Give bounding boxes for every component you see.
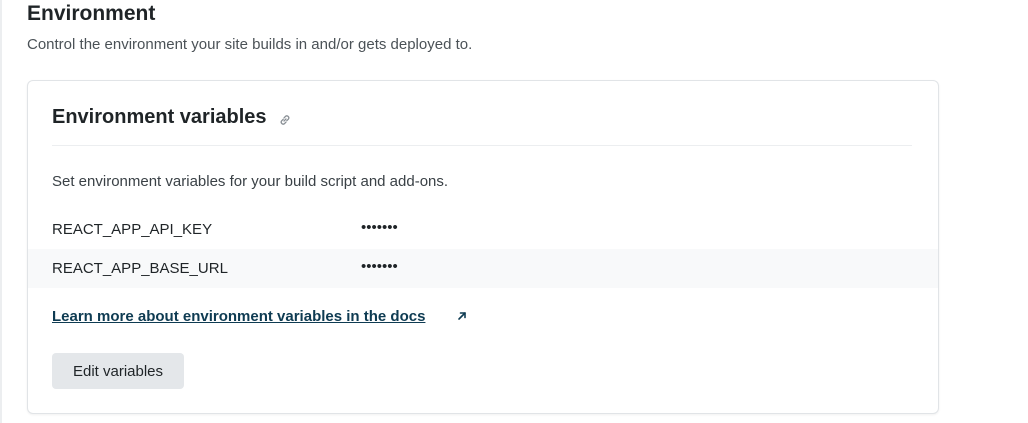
link-icon[interactable] xyxy=(278,113,292,127)
variable-key: REACT_APP_BASE_URL xyxy=(52,260,228,277)
variable-value-masked: ••••••• xyxy=(361,219,398,236)
docs-link[interactable]: Learn more about environment variables i… xyxy=(52,308,425,325)
section-description: Control the environment your site builds… xyxy=(27,36,473,53)
section-title: Environment xyxy=(27,2,156,25)
card-header: Environment variables xyxy=(52,105,912,146)
external-arrow-icon[interactable] xyxy=(456,310,468,322)
card-title: Environment variables xyxy=(52,106,267,128)
left-divider xyxy=(0,0,2,423)
variable-row: REACT_APP_BASE_URL ••••••• xyxy=(28,249,938,288)
variable-value-masked: ••••••• xyxy=(361,258,398,275)
variable-row: REACT_APP_API_KEY ••••••• xyxy=(28,210,938,249)
edit-variables-button[interactable]: Edit variables xyxy=(52,353,184,389)
environment-variables-card: Environment variables Set environment va… xyxy=(27,80,939,414)
card-description: Set environment variables for your build… xyxy=(52,173,449,190)
variable-key: REACT_APP_API_KEY xyxy=(52,221,213,238)
